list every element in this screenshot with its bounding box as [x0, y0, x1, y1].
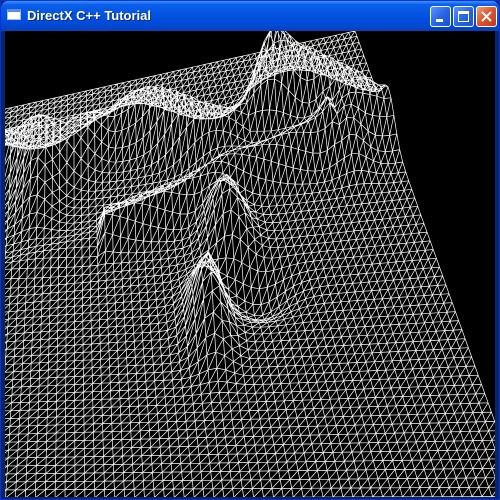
terrain-wireframe	[5, 31, 495, 497]
minimize-button[interactable]	[430, 6, 451, 27]
close-button[interactable]	[476, 6, 497, 27]
window-icon[interactable]	[7, 9, 21, 20]
wireframe-mesh	[5, 31, 495, 497]
window-title: DirectX C++ Tutorial	[27, 8, 152, 23]
app-window: DirectX C++ Tutorial	[0, 0, 500, 500]
maximize-button[interactable]	[453, 6, 474, 27]
close-icon	[481, 11, 492, 22]
minimize-icon	[436, 19, 443, 22]
title-bar[interactable]: DirectX C++ Tutorial	[1, 1, 499, 31]
render-viewport[interactable]	[5, 31, 495, 497]
maximize-icon	[458, 11, 469, 22]
terrain-grid-lines	[5, 31, 495, 497]
